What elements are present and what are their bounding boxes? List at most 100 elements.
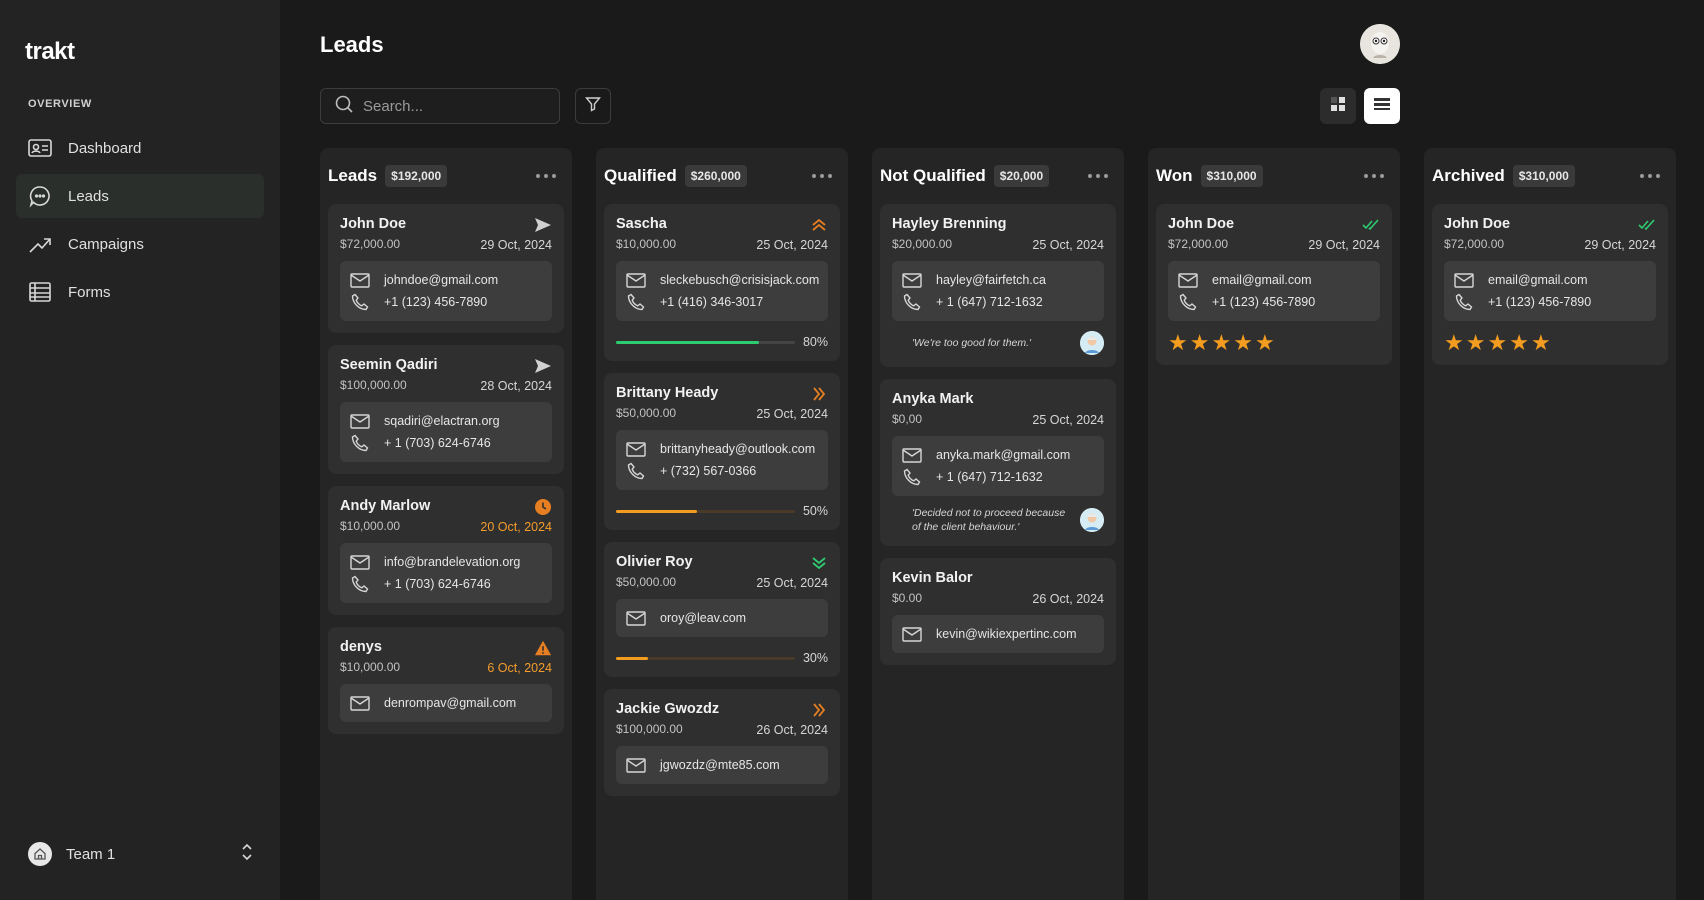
more-options-icon[interactable] [1364, 168, 1384, 184]
phone-row[interactable]: + 1 (647) 712-1632 [902, 291, 1094, 313]
grid-icon [1331, 96, 1345, 116]
mail-icon [1454, 271, 1474, 289]
team-switcher[interactable]: Team 1 [28, 842, 254, 866]
sidebar-nav: Dashboard Leads Campaigns Forms [16, 126, 264, 318]
phone-row[interactable]: +1 (123) 456-7890 [1178, 291, 1370, 313]
lead-card[interactable]: Olivier Roy $50,000.00 25 Oct, 2024 oroy… [604, 542, 840, 677]
star-icon[interactable]: ★ [1466, 332, 1486, 354]
star-icon[interactable]: ★ [1211, 332, 1231, 354]
chevron-up-down-icon [240, 842, 254, 867]
app-logo[interactable]: trakt [25, 38, 75, 66]
mail-icon [350, 694, 370, 712]
star-icon[interactable]: ★ [1444, 332, 1464, 354]
phone-row[interactable]: +1 (123) 456-7890 [1454, 291, 1646, 313]
email-row[interactable]: oroy@leav.com [626, 607, 818, 629]
star-icon[interactable]: ★ [1255, 332, 1275, 354]
lead-date: 26 Oct, 2024 [1032, 592, 1104, 606]
star-icon[interactable]: ★ [1190, 332, 1210, 354]
mail-icon [626, 440, 646, 458]
email-row[interactable]: hayley@fairfetch.ca [902, 269, 1094, 291]
mail-icon [350, 271, 370, 289]
lead-email: brittanyheady@outlook.com [660, 442, 816, 456]
mail-icon [902, 271, 922, 289]
email-row[interactable]: sqadiri@elactran.org [350, 410, 542, 432]
lead-email: johndoe@gmail.com [384, 273, 499, 287]
phone-row[interactable]: + 1 (703) 624-6746 [350, 432, 542, 454]
lead-date: 29 Oct, 2024 [1584, 238, 1656, 252]
lead-card[interactable]: Kevin Balor $0.00 26 Oct, 2024 kevin@wik… [880, 558, 1116, 665]
contact-box: sleckebusch@crisisjack.com +1 (416) 346-… [616, 261, 828, 321]
star-icon[interactable]: ★ [1531, 332, 1551, 354]
rating-stars[interactable]: ★ ★ ★ ★ ★ [1168, 332, 1380, 354]
email-row[interactable]: denrompav@gmail.com [350, 692, 542, 714]
sidebar-item-label: Campaigns [68, 235, 144, 253]
lead-email: hayley@fairfetch.ca [936, 273, 1046, 287]
mail-icon [626, 271, 646, 289]
email-row[interactable]: jgwozdz@mte85.com [626, 754, 818, 776]
lead-email: email@gmail.com [1488, 273, 1588, 287]
sidebar-item-dashboard[interactable]: Dashboard [16, 126, 264, 170]
filter-button[interactable] [575, 88, 611, 124]
phone-row[interactable]: + 1 (703) 624-6746 [350, 573, 542, 595]
search-input[interactable] [363, 97, 543, 115]
lead-card[interactable]: John Doe $72,000.00 29 Oct, 2024 email@g… [1156, 204, 1392, 365]
column-total-badge: $260,000 [684, 165, 747, 187]
board-view-button[interactable] [1320, 88, 1356, 124]
email-row[interactable]: email@gmail.com [1178, 269, 1370, 291]
rating-stars[interactable]: ★ ★ ★ ★ ★ [1444, 332, 1656, 354]
lead-card[interactable]: Sascha $10,000.00 25 Oct, 2024 sleckebus… [604, 204, 840, 361]
phone-icon [1178, 293, 1198, 311]
lead-phone: + 1 (703) 624-6746 [384, 436, 491, 450]
lead-card[interactable]: Anyka Mark $0,00 25 Oct, 2024 anyka.mark… [880, 379, 1116, 546]
email-row[interactable]: sleckebusch@crisisjack.com [626, 269, 820, 291]
sidebar-item-forms[interactable]: Forms [16, 270, 264, 314]
column-total-badge: $192,000 [385, 165, 448, 187]
column-total-badge: $310,000 [1512, 165, 1575, 187]
lead-card[interactable]: John Doe $72,000.00 29 Oct, 2024 email@g… [1432, 204, 1668, 365]
star-icon[interactable]: ★ [1168, 332, 1188, 354]
send-icon [534, 358, 552, 374]
lead-card[interactable]: John Doe $72,000.00 29 Oct, 2024 johndoe… [328, 204, 564, 333]
sidebar-item-leads[interactable]: Leads [16, 174, 264, 218]
lead-card[interactable]: denys $10,000.00 6 Oct, 2024 denrompav@g… [328, 627, 564, 734]
phone-icon [902, 293, 922, 311]
star-icon[interactable]: ★ [1509, 332, 1529, 354]
star-icon[interactable]: ★ [1233, 332, 1253, 354]
phone-row[interactable]: +1 (416) 346-3017 [626, 291, 818, 313]
lead-card[interactable]: Andy Marlow $10,000.00 20 Oct, 2024 info… [328, 486, 564, 615]
more-options-icon[interactable] [536, 168, 556, 184]
home-icon [28, 842, 52, 866]
list-view-button[interactable] [1364, 88, 1400, 124]
column-not-qualified: Not Qualified $20,000 Hayley Brenning $2… [872, 148, 1124, 900]
team-name: Team 1 [66, 845, 116, 863]
chevron-up-double-icon [810, 217, 828, 233]
sidebar-item-campaigns[interactable]: Campaigns [16, 222, 264, 266]
lead-card[interactable]: Hayley Brenning $20,000.00 25 Oct, 2024 … [880, 204, 1116, 367]
email-row[interactable]: kevin@wikiexpertinc.com [902, 623, 1094, 645]
phone-row[interactable]: +1 (123) 456-7890 [350, 291, 542, 313]
lead-date: 6 Oct, 2024 [487, 661, 552, 675]
lead-email: sleckebusch@crisisjack.com [660, 273, 820, 287]
mail-icon [902, 446, 922, 464]
lead-date: 25 Oct, 2024 [756, 407, 828, 421]
user-avatar[interactable] [1360, 24, 1400, 64]
more-options-icon[interactable] [1640, 168, 1660, 184]
phone-row[interactable]: + 1 (647) 712-1632 [902, 466, 1094, 488]
search-box[interactable] [320, 88, 560, 124]
more-options-icon[interactable] [812, 168, 832, 184]
phone-icon [902, 468, 922, 486]
phone-row[interactable]: + (732) 567-0366 [626, 460, 818, 482]
column-header: Qualified $260,000 [604, 148, 840, 204]
more-options-icon[interactable] [1088, 168, 1108, 184]
lead-name: Sascha [616, 216, 667, 232]
email-row[interactable]: anyka.mark@gmail.com [902, 444, 1094, 466]
email-row[interactable]: email@gmail.com [1454, 269, 1646, 291]
lead-card[interactable]: Seemin Qadiri $100,000.00 28 Oct, 2024 s… [328, 345, 564, 474]
lead-card[interactable]: Brittany Heady $50,000.00 25 Oct, 2024 b… [604, 373, 840, 530]
email-row[interactable]: brittanyheady@outlook.com [626, 438, 818, 460]
contact-box: johndoe@gmail.com +1 (123) 456-7890 [340, 261, 552, 321]
email-row[interactable]: info@brandelevation.org [350, 551, 542, 573]
star-icon[interactable]: ★ [1487, 332, 1507, 354]
lead-card[interactable]: Jackie Gwozdz $100,000.00 26 Oct, 2024 j… [604, 689, 840, 796]
email-row[interactable]: johndoe@gmail.com [350, 269, 542, 291]
